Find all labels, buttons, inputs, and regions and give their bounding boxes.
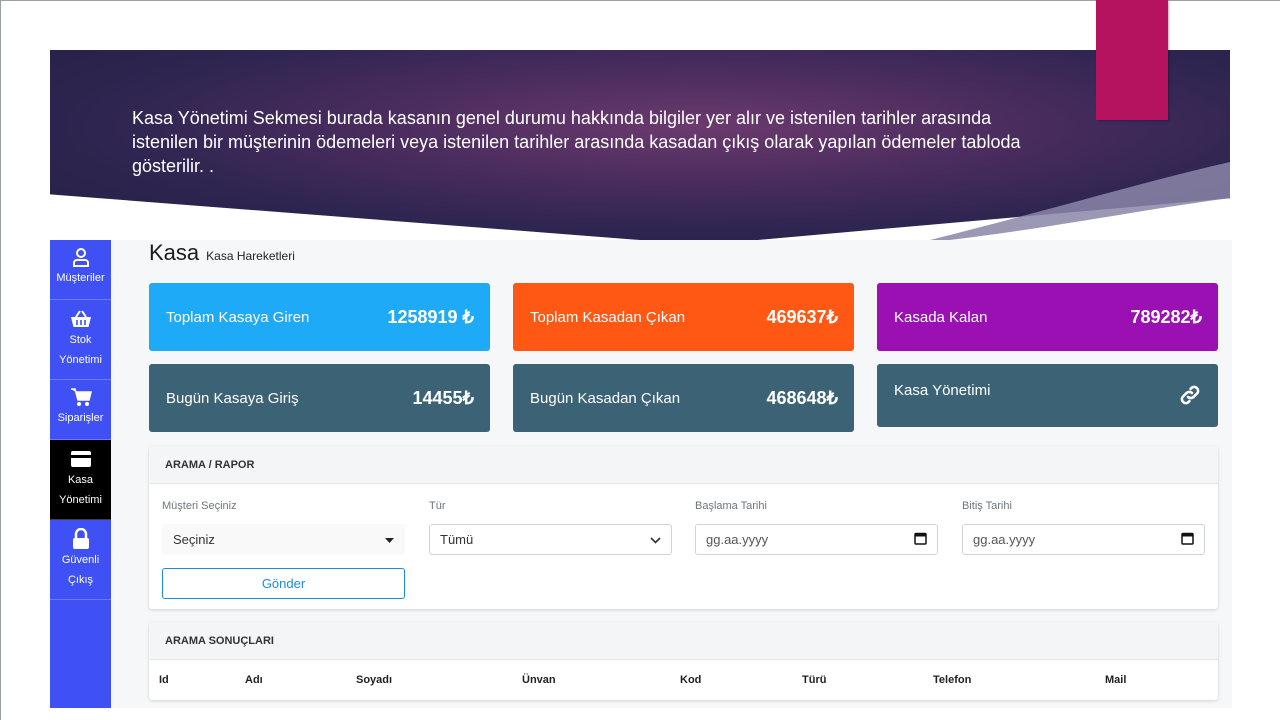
field-label: Başlama Tarihi (695, 500, 767, 512)
sidebar-item-label: Stok Yönetimi (59, 334, 102, 366)
card-label: Toplam Kasaya Giren (166, 308, 310, 326)
card-value: 469637₺ (766, 306, 838, 327)
column-header: Soyadı (356, 674, 393, 686)
link-icon (1178, 383, 1202, 412)
submit-button[interactable]: Gönder (162, 568, 405, 599)
user-icon (70, 246, 92, 268)
search-panel-title: ARAMA / RAPOR (149, 446, 1218, 484)
wallet-icon (70, 448, 92, 470)
column-header: Ünvan (522, 674, 556, 686)
customer-select[interactable]: Seçiniz (162, 524, 405, 555)
caret-down-icon (385, 532, 394, 547)
description-text: Kasa Yönetimi Sekmesi burada kasanın gen… (132, 108, 1021, 176)
select-value: Seçiniz (173, 532, 215, 547)
search-panel: ARAMA / RAPOR Müşteri Seçiniz Seçiniz Tü… (149, 446, 1218, 609)
card-total-in: Toplam Kasaya Giren 1258919 ₺ (149, 283, 490, 351)
page-title: Kasa (149, 240, 200, 265)
accent-block (1096, 0, 1168, 120)
card-label: Kasa Yönetimi (894, 382, 991, 399)
sidebar-item-label: Müşteriler (56, 272, 105, 284)
calendar-icon[interactable] (1181, 532, 1194, 548)
sidebar: Müşteriler Stok Yönetimi Siparişler Kasa… (50, 240, 111, 708)
select-value: Tümü (440, 532, 474, 547)
card-label: Toplam Kasadan Çıkan (530, 308, 686, 326)
end-date-input[interactable]: gg.aa.yyyy (962, 524, 1205, 555)
card-label: Bugün Kasaya Giriş (166, 389, 299, 407)
sidebar-item-customers[interactable]: Müşteriler (50, 240, 111, 300)
sidebar-item-stock[interactable]: Stok Yönetimi (50, 300, 111, 380)
calendar-icon[interactable] (914, 532, 927, 548)
column-header: Türü (802, 674, 827, 686)
column-header: Kod (680, 674, 702, 686)
basket-icon (70, 308, 92, 330)
field-label: Bitiş Tarihi (962, 500, 1012, 512)
slide-border-top (0, 0, 1280, 1)
start-date-group: Başlama Tarihi gg.aa.yyyy (695, 500, 938, 555)
card-label: Bugün Kasadan Çıkan (530, 389, 681, 407)
date-placeholder: gg.aa.yyyy (973, 532, 1036, 547)
chevron-down-icon (650, 532, 661, 547)
page-subtitle: Kasa Hareketleri (206, 249, 295, 263)
results-panel-title: ARAMA SONUÇLARI (149, 622, 1218, 660)
card-today-in: Bugün Kasaya Giriş 14455₺ (149, 364, 490, 432)
card-cash-management[interactable]: Kasa Yönetimi (877, 364, 1218, 427)
card-value: 468648₺ (766, 387, 838, 408)
date-placeholder: gg.aa.yyyy (706, 532, 769, 547)
results-table-header: Id Adı Soyadı Ünvan Kod Türü Telefon Mai… (149, 662, 1218, 698)
card-total-out: Toplam Kasadan Çıkan 469637₺ (513, 283, 854, 351)
card-value: 789282₺ (1130, 306, 1202, 327)
main-content: Kasa Kasa Hareketleri Toplam Kasaya Gire… (111, 240, 1232, 708)
lock-icon (70, 528, 92, 550)
card-balance: Kasada Kalan 789282₺ (877, 283, 1218, 351)
sidebar-item-cash[interactable]: Kasa Yönetimi (50, 440, 111, 520)
card-value: 14455₺ (412, 387, 474, 408)
card-value: 1258919 ₺ (387, 306, 474, 327)
sidebar-item-label: Güvenli Çıkış (61, 554, 100, 586)
card-label: Kasada Kalan (894, 308, 988, 326)
cart-icon (70, 386, 92, 408)
column-header: Id (159, 674, 169, 686)
results-panel: ARAMA SONUÇLARI Id Adı Soyadı Ünvan Kod … (149, 622, 1218, 700)
column-header: Mail (1105, 674, 1127, 686)
app-window: Müşteriler Stok Yönetimi Siparişler Kasa… (50, 240, 1232, 708)
sidebar-item-orders[interactable]: Siparişler (50, 380, 111, 440)
column-header: Adı (245, 674, 263, 686)
type-select[interactable]: Tümü (429, 524, 672, 555)
field-label: Müşteri Seçiniz (162, 500, 237, 512)
customer-select-group: Müşteri Seçiniz Seçiniz (162, 500, 405, 555)
sidebar-item-logout[interactable]: Güvenli Çıkış (50, 520, 111, 600)
end-date-group: Bitiş Tarihi gg.aa.yyyy (962, 500, 1205, 555)
type-select-group: Tür Tümü (429, 500, 672, 555)
column-header: Telefon (933, 674, 972, 686)
field-label: Tür (429, 500, 446, 512)
start-date-input[interactable]: gg.aa.yyyy (695, 524, 938, 555)
slide-border-left (0, 0, 1, 720)
page-header: Kasa Kasa Hareketleri (149, 240, 295, 266)
sidebar-item-label: Kasa Yönetimi (59, 474, 102, 506)
sidebar-item-label: Siparişler (57, 412, 104, 424)
card-today-out: Bugün Kasadan Çıkan 468648₺ (513, 364, 854, 432)
